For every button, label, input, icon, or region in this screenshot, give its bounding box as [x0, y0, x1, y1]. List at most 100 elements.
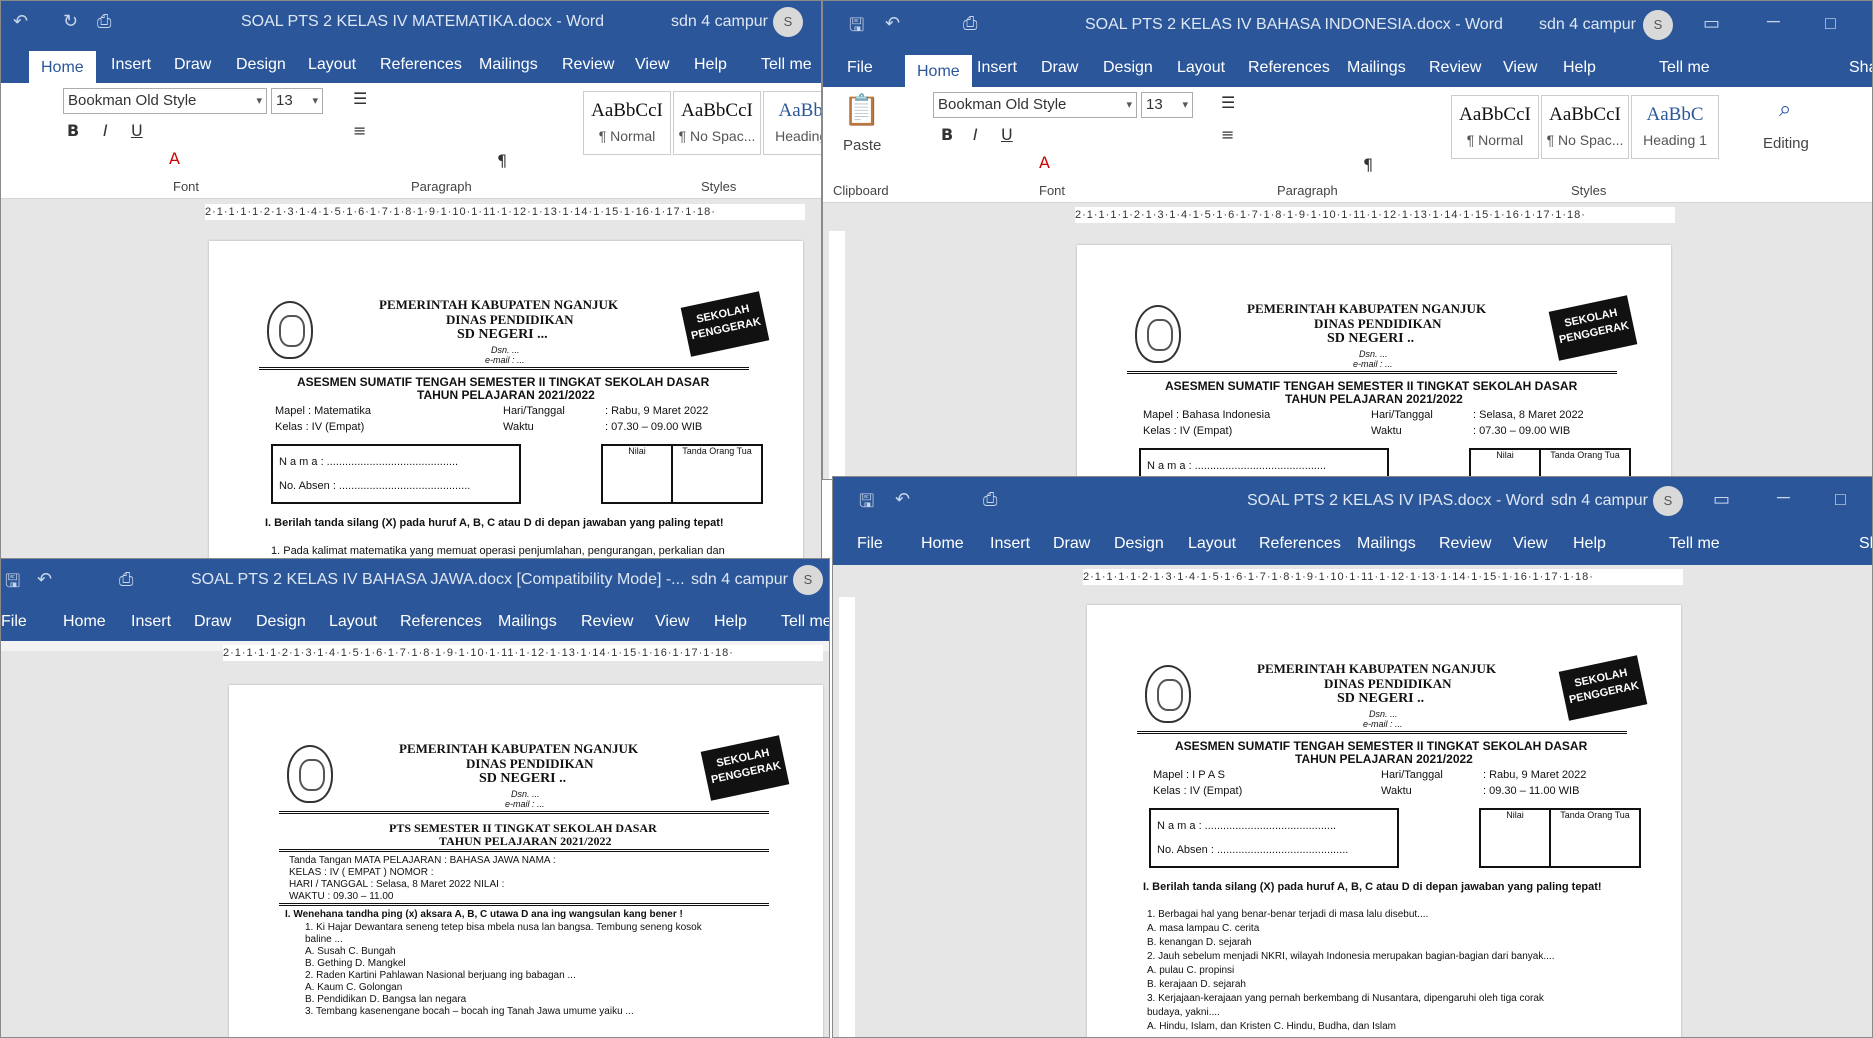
tab-draw[interactable]: Draw: [1041, 59, 1078, 77]
tab-review[interactable]: Review: [1429, 59, 1481, 77]
tab-review[interactable]: Review: [581, 613, 633, 631]
style-heading-1[interactable]: AaBbCHeading 1: [763, 91, 821, 155]
tab-mailings[interactable]: Mailings: [1347, 59, 1406, 77]
save-icon[interactable]: 🖫: [849, 13, 864, 43]
horizontal-ruler[interactable]: 2·1·1·1·1·2·1·3·1·4·1·5·1·6·1·7·1·8·1·9·…: [205, 204, 805, 220]
align-icon[interactable]: ≡: [1221, 125, 1234, 144]
tab-design[interactable]: Design: [1114, 535, 1164, 553]
tab-design[interactable]: Design: [1103, 59, 1153, 77]
bold-icon[interactable]: B: [67, 121, 79, 140]
tab-file[interactable]: File: [847, 59, 873, 77]
underline-icon[interactable]: U: [131, 121, 143, 140]
tab-view[interactable]: View: [1503, 59, 1537, 77]
font-size-combo[interactable]: 13: [271, 88, 323, 114]
tab-home[interactable]: Home: [905, 55, 972, 89]
print-preview-icon[interactable]: ⎙: [983, 489, 997, 510]
tab-mailings[interactable]: Mailings: [1357, 535, 1416, 553]
tab-home[interactable]: Home: [63, 613, 106, 631]
maximize-icon[interactable]: □: [1835, 489, 1846, 510]
save-icon[interactable]: 🖫: [5, 569, 20, 599]
redo-icon[interactable]: ↻: [63, 11, 78, 32]
tab-design[interactable]: Design: [256, 613, 306, 631]
maximize-icon[interactable]: □: [1825, 13, 1836, 34]
tab-layout[interactable]: Layout: [1177, 59, 1225, 77]
tab-help[interactable]: Help: [1563, 59, 1596, 77]
print-preview-icon[interactable]: ⎙: [119, 569, 133, 590]
italic-icon[interactable]: I: [973, 125, 978, 144]
horizontal-ruler[interactable]: 2·1·1·1·1·2·1·3·1·4·1·5·1·6·1·7·1·8·1·9·…: [223, 645, 823, 661]
font-name-combo[interactable]: Bookman Old Style: [63, 88, 267, 114]
tab-layout[interactable]: Layout: [1188, 535, 1236, 553]
tab-view[interactable]: View: [635, 56, 669, 74]
tab-review[interactable]: Review: [562, 56, 614, 74]
tab-mailings[interactable]: Mailings: [498, 613, 557, 631]
tab-layout[interactable]: Layout: [308, 56, 356, 74]
tab-view[interactable]: View: [1513, 535, 1547, 553]
undo-icon[interactable]: ↶: [895, 489, 910, 510]
tab-file[interactable]: File: [857, 535, 883, 553]
tab-help[interactable]: Help: [694, 56, 727, 74]
undo-icon[interactable]: ↶: [13, 11, 28, 32]
horizontal-ruler[interactable]: 2·1·1·1·1·2·1·3·1·4·1·5·1·6·1·7·1·8·1·9·…: [1083, 569, 1683, 585]
avatar[interactable]: S: [773, 7, 803, 37]
paste-icon[interactable]: 📋: [843, 93, 880, 128]
tab-review[interactable]: Review: [1439, 535, 1491, 553]
align-icon[interactable]: ≡: [353, 121, 366, 140]
document-page[interactable]: PEMERINTAH KABUPATEN NGANJUK DINAS PENDI…: [209, 241, 803, 559]
horizontal-ruler[interactable]: 2·1·1·1·1·2·1·3·1·4·1·5·1·6·1·7·1·8·1·9·…: [1075, 207, 1675, 223]
undo-icon[interactable]: ↶: [37, 569, 52, 590]
style-normal[interactable]: AaBbCcI ¶ Normal: [583, 91, 671, 155]
tab-references[interactable]: References: [380, 56, 462, 74]
tab-insert[interactable]: Insert: [990, 535, 1030, 553]
font-color-icon[interactable]: A: [169, 149, 180, 168]
pilcrow-icon[interactable]: ¶: [1363, 155, 1373, 174]
tab-references[interactable]: References: [1248, 59, 1330, 77]
style-heading-1[interactable]: AaBbCHeading 1: [1631, 95, 1719, 159]
font-color-icon[interactable]: A: [1039, 153, 1050, 172]
style-no-spacing[interactable]: AaBbCcI ¶ No Spac...: [673, 91, 761, 155]
tell-me[interactable]: Tell me: [1659, 59, 1710, 77]
italic-icon[interactable]: I: [103, 121, 108, 140]
document-page[interactable]: PEMERINTAH KABUPATEN NGANJUK DINAS PENDI…: [1087, 605, 1681, 1037]
tab-references[interactable]: References: [400, 613, 482, 631]
avatar[interactable]: S: [793, 565, 823, 595]
vertical-ruler[interactable]: [829, 231, 845, 479]
word-window-ipas[interactable]: 🖫 ↶ ⎙ SOAL PTS 2 KELAS IV IPAS.docx - Wo…: [832, 476, 1873, 1038]
tab-draw[interactable]: Draw: [194, 613, 231, 631]
minimize-icon[interactable]: ─: [1767, 11, 1780, 32]
vertical-ruler[interactable]: [839, 597, 855, 1037]
print-preview-icon[interactable]: ⎙: [963, 13, 977, 34]
style-normal[interactable]: AaBbCcI ¶ Normal: [1451, 95, 1539, 159]
tell-me[interactable]: Tell me: [761, 56, 812, 74]
tab-help[interactable]: Help: [714, 613, 747, 631]
tab-mailings[interactable]: Mailings: [479, 56, 538, 74]
bold-icon[interactable]: B: [941, 125, 953, 144]
minimize-icon[interactable]: ─: [1777, 487, 1790, 508]
print-preview-icon[interactable]: ⎙: [97, 11, 111, 32]
word-window-bahasa-jawa[interactable]: 🖫 ↶ ⎙ SOAL PTS 2 KELAS IV BAHASA JAWA.do…: [0, 558, 830, 1038]
undo-icon[interactable]: ↶: [885, 13, 900, 34]
editing-label[interactable]: Editing: [1763, 135, 1809, 152]
tab-home[interactable]: Home: [921, 535, 964, 553]
word-window-bahasa-indonesia[interactable]: 🖫 ↶ ⎙ SOAL PTS 2 KELAS IV BAHASA INDONES…: [822, 0, 1873, 480]
style-no-spacing[interactable]: AaBbCcI ¶ No Spac...: [1541, 95, 1629, 159]
tab-insert[interactable]: Insert: [111, 56, 151, 74]
tell-me[interactable]: Tell me: [781, 613, 829, 631]
avatar[interactable]: S: [1653, 486, 1683, 516]
tab-draw[interactable]: Draw: [1053, 535, 1090, 553]
ribbon-display-icon[interactable]: ▭: [1713, 489, 1730, 510]
tab-design[interactable]: Design: [236, 56, 286, 74]
pilcrow-icon[interactable]: ¶: [497, 151, 507, 170]
font-name-combo[interactable]: Bookman Old Style: [933, 92, 1137, 118]
tab-insert[interactable]: Insert: [131, 613, 171, 631]
bullets-icon[interactable]: ☰: [1221, 93, 1235, 112]
word-window-matematika[interactable]: ↶ ↻ ⎙ SOAL PTS 2 KELAS IV MATEMATIKA.doc…: [0, 0, 822, 560]
tab-references[interactable]: References: [1259, 535, 1341, 553]
paste-label[interactable]: Paste: [843, 137, 881, 154]
tab-draw[interactable]: Draw: [174, 56, 211, 74]
underline-icon[interactable]: U: [1001, 125, 1013, 144]
tab-file[interactable]: File: [1, 613, 27, 631]
share-button[interactable]: Sha: [1859, 535, 1872, 553]
document-page[interactable]: PEMERINTAH KABUPATEN NGANJUK DINAS PENDI…: [1077, 245, 1671, 479]
document-page[interactable]: PEMERINTAH KABUPATEN NGANJUK DINAS PENDI…: [229, 685, 823, 1037]
